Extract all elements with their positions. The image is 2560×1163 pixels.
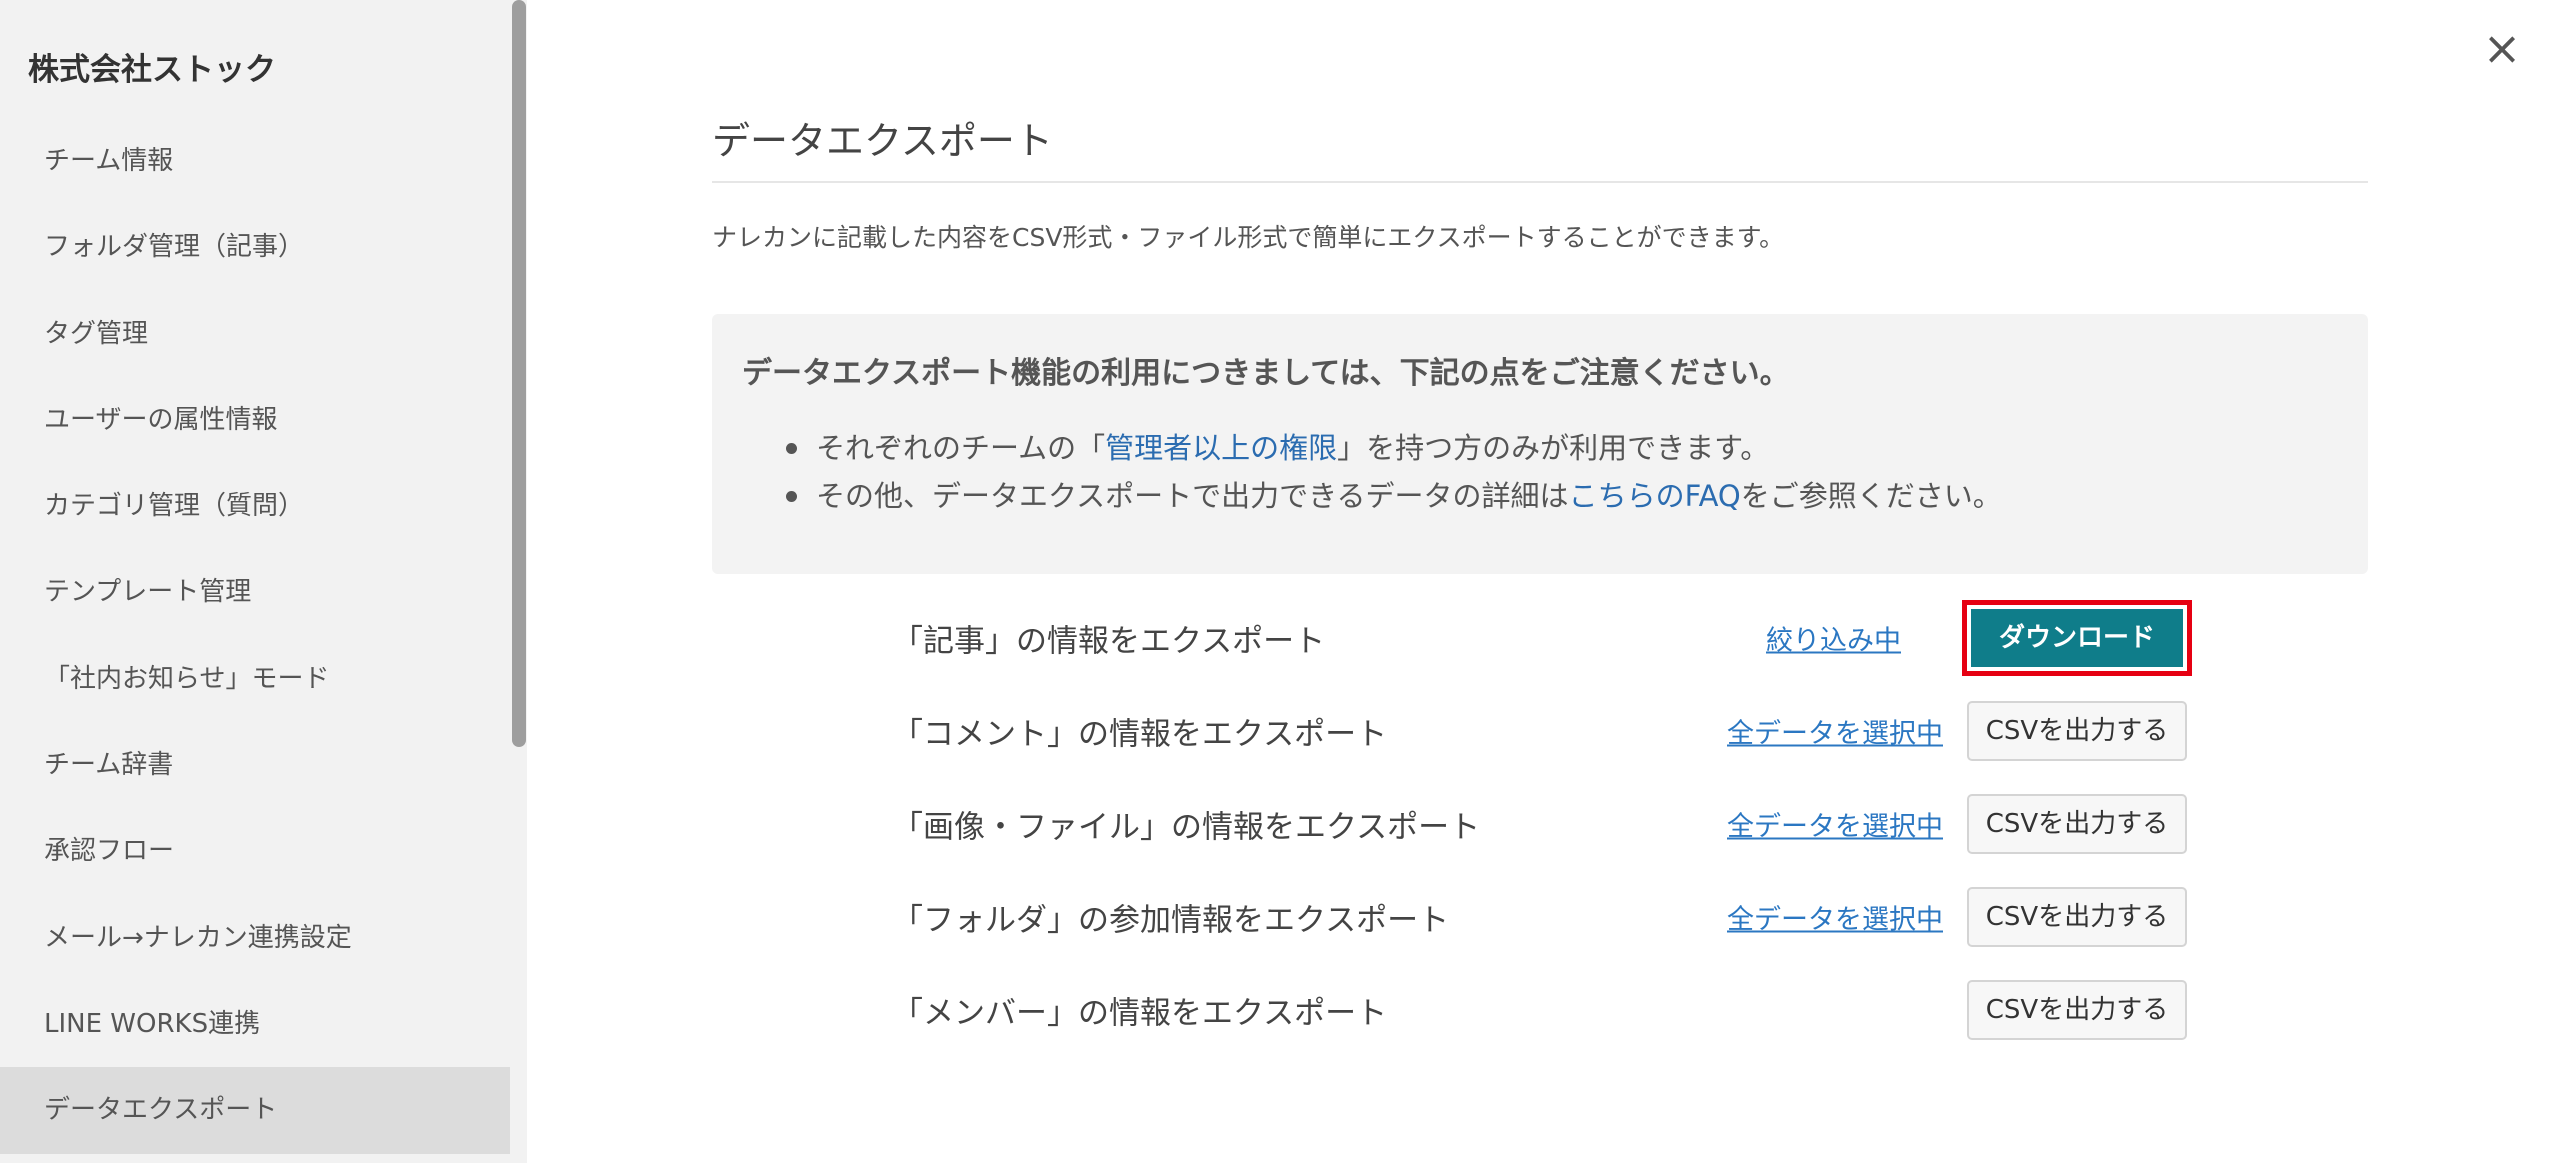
sidebar-item-announcement-mode[interactable]: 「社内お知らせ」モード (0, 636, 510, 722)
filter-link[interactable]: 絞り込み中 (1766, 618, 1901, 657)
sidebar-item-folder-management[interactable]: フォルダ管理（記事） (0, 204, 510, 290)
notice-text: をご参照ください。 (1740, 479, 2002, 513)
filter-link[interactable]: 全データを選択中 (1727, 711, 1943, 750)
download-button[interactable]: ダウンロード (1971, 608, 2183, 667)
export-row-articles: 「記事」の情報をエクスポート 絞り込み中 ダウンロード (712, 591, 2368, 684)
admin-permission-link[interactable]: 管理者以上の権限 (1105, 431, 1337, 465)
export-label: 「画像・ファイル」の情報をエクスポート (892, 809, 1481, 845)
csv-export-button[interactable]: CSVを出力する (1967, 979, 2187, 1040)
export-label: 「コメント」の情報をエクスポート (892, 716, 1388, 752)
sidebar-item-team-dictionary[interactable]: チーム辞書 (0, 722, 510, 808)
notice-text: それぞれのチームの「 (816, 431, 1106, 465)
export-label: 「フォルダ」の参加情報をエクスポート (892, 902, 1450, 938)
download-button-highlight: ダウンロード (1962, 599, 2192, 676)
filter-link[interactable]: 全データを選択中 (1727, 897, 1943, 936)
sidebar-scrollbar[interactable] (512, 0, 526, 747)
notice-text: その他、データエクスポートで出力できるデータの詳細は (816, 479, 1569, 513)
notice-box: データエクスポート機能の利用につきましては、下記の点をご注意ください。 それぞれ… (712, 314, 2368, 574)
close-icon[interactable]: × (2480, 25, 2524, 71)
export-row-comments: 「コメント」の情報をエクスポート 全データを選択中 CSVを出力する (712, 684, 2368, 777)
sidebar-item-approval-flow[interactable]: 承認フロー (0, 808, 510, 894)
sidebar-item-user-attributes[interactable]: ユーザーの属性情報 (0, 377, 510, 463)
csv-export-button[interactable]: CSVを出力する (1967, 700, 2187, 761)
notice-item: それぞれのチームの「管理者以上の権限」を持つ方のみが利用できます。 (786, 424, 2002, 472)
export-row-files: 「画像・ファイル」の情報をエクスポート 全データを選択中 CSVを出力する (712, 777, 2368, 870)
page-title: データエクスポート (712, 119, 1053, 163)
sidebar-menu: チーム情報 フォルダ管理（記事） タグ管理 ユーザーの属性情報 カテゴリ管理（質… (0, 118, 510, 1154)
notice-list: それぞれのチームの「管理者以上の権限」を持つ方のみが利用できます。 その他、デー… (786, 424, 2002, 520)
sidebar-item-template-management[interactable]: テンプレート管理 (0, 549, 510, 635)
sidebar-item-team-info[interactable]: チーム情報 (0, 118, 510, 204)
notice-text: 」を持つ方のみが利用できます。 (1337, 431, 1770, 465)
filter-link[interactable]: 全データを選択中 (1727, 804, 1943, 843)
export-row-folders: 「フォルダ」の参加情報をエクスポート 全データを選択中 CSVを出力する (712, 870, 2368, 963)
sidebar-item-tag-management[interactable]: タグ管理 (0, 291, 510, 377)
sidebar-item-mail-integration[interactable]: メール→ナレカン連携設定 (0, 895, 510, 981)
csv-export-button[interactable]: CSVを出力する (1967, 886, 2187, 947)
sidebar-item-category-management[interactable]: カテゴリ管理（質問） (0, 463, 510, 549)
export-row-members: 「メンバー」の情報をエクスポート CSVを出力する (712, 963, 2368, 1056)
sidebar: 株式会社ストック チーム情報 フォルダ管理（記事） タグ管理 ユーザーの属性情報… (0, 0, 527, 1163)
export-label: 「記事」の情報をエクスポート (892, 623, 1326, 659)
sidebar-item-line-works[interactable]: LINE WORKS連携 (0, 981, 510, 1067)
export-label: 「メンバー」の情報をエクスポート (892, 995, 1388, 1031)
notice-item: その他、データエクスポートで出力できるデータの詳細はこちらのFAQをご参照くださ… (786, 472, 2002, 520)
page-description: ナレカンに記載した内容をCSV形式・ファイル形式で簡単にエクスポートすることがで… (712, 223, 1785, 252)
title-divider (712, 181, 2368, 183)
notice-heading: データエクスポート機能の利用につきましては、下記の点をご注意ください。 (742, 356, 1790, 391)
sidebar-item-data-export[interactable]: データエクスポート (0, 1067, 510, 1154)
csv-export-button[interactable]: CSVを出力する (1967, 793, 2187, 854)
organization-name: 株式会社ストック (28, 52, 276, 88)
faq-link[interactable]: こちらのFAQ (1569, 479, 1741, 513)
